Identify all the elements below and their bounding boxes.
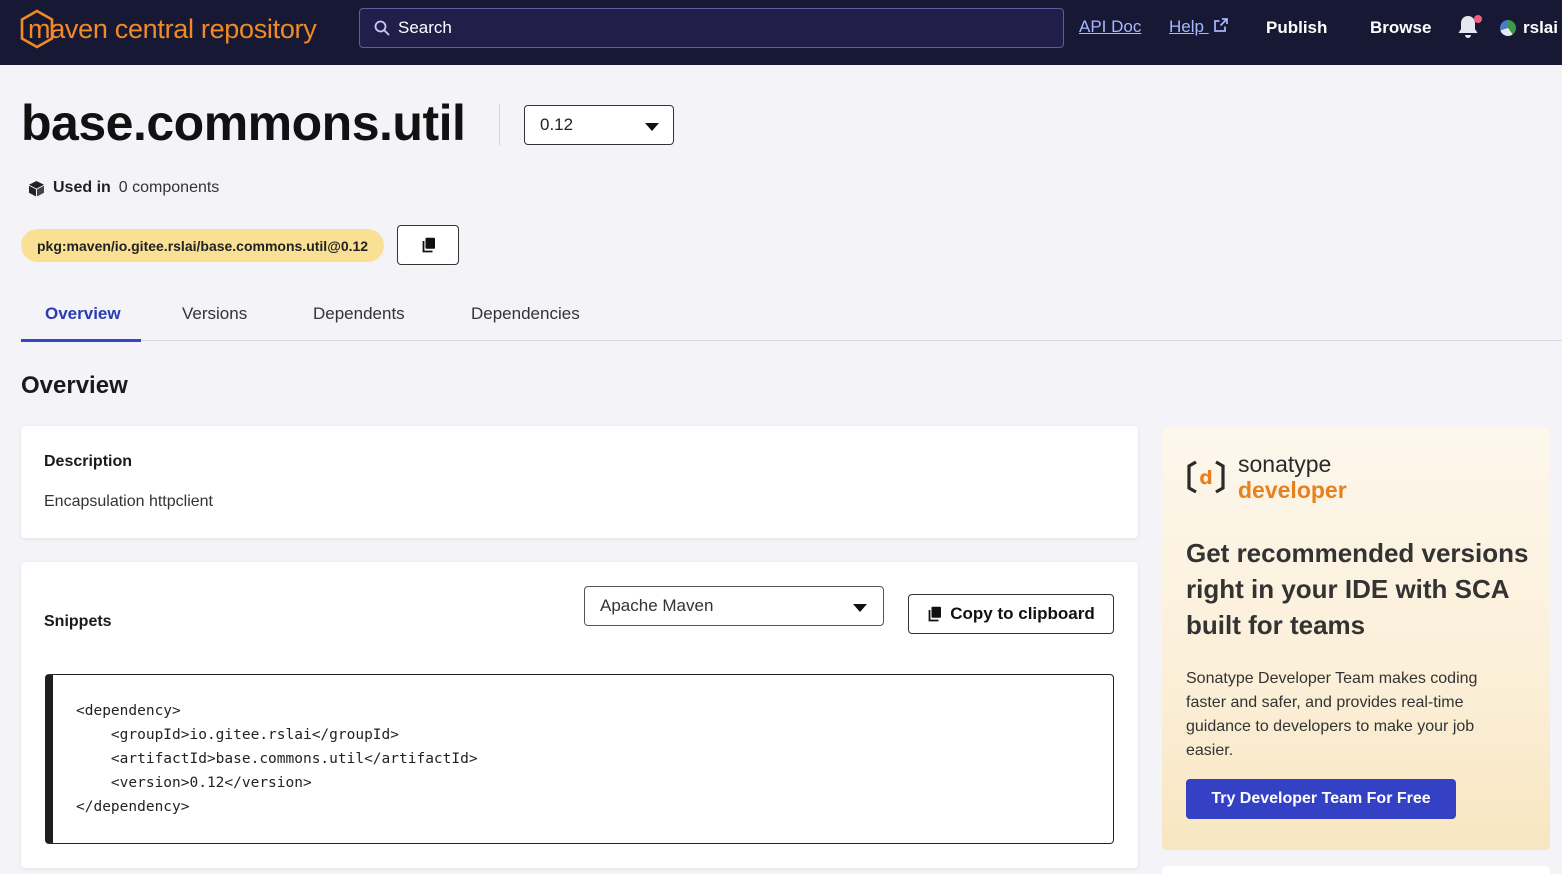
search-placeholder: Search [398, 18, 452, 37]
description-text: Encapsulation httpclient [44, 493, 213, 510]
used-in-row: Used in 0 components [28, 179, 219, 197]
svg-text:d: d [1199, 467, 1213, 489]
tab-overview[interactable]: Overview [45, 304, 121, 324]
user-menu-name[interactable]: rslai [1523, 18, 1558, 38]
brand-line-2: developer [1238, 477, 1347, 503]
code-snippet[interactable]: <dependency> <groupId>io.gitee.rslai</gr… [45, 674, 1114, 844]
copy-purl-button[interactable] [397, 225, 459, 265]
description-card: Description Encapsulation httpclient [21, 426, 1138, 538]
tab-dependencies[interactable]: Dependencies [471, 304, 580, 324]
version-select-value: 0.12 [540, 115, 574, 134]
sonatype-developer-logo: d sonatype developer [1186, 451, 1347, 503]
version-select[interactable]: 0.12 [524, 105, 674, 145]
code-line: <dependency> [76, 703, 181, 719]
cube-icon [29, 180, 44, 196]
sonatype-developer-icon: d [1187, 460, 1225, 494]
promo-body: Sonatype Developer Team makes coding fas… [1186, 670, 1478, 759]
purl-badge: pkg:maven/io.gitee.rslai/base.commons.ut… [21, 229, 385, 262]
section-title: Overview [21, 372, 128, 399]
help-link-label: Help [1169, 17, 1204, 36]
code-line: <artifactId>base.commons.util</artifactI… [76, 751, 478, 767]
copy-icon [928, 606, 942, 622]
top-navigation-bar: maven central repository Search API Doc … [0, 0, 1562, 65]
sonatype-developer-promo: d sonatype developer Get recommended ver… [1162, 427, 1550, 850]
external-link-icon [1213, 18, 1228, 32]
try-developer-team-button[interactable]: Try Developer Team For Free [1186, 779, 1456, 819]
search-icon [374, 20, 390, 36]
snippets-card: Snippets Apache Maven Copy to clipboard … [21, 562, 1138, 868]
browse-button[interactable]: Browse [1370, 18, 1431, 38]
title-divider [499, 104, 500, 146]
tab-dependents[interactable]: Dependents [313, 304, 405, 324]
avatar[interactable] [1500, 20, 1516, 36]
maven-central-logo[interactable]: maven central repository [20, 6, 317, 52]
used-in-value: 0 components [118, 179, 220, 196]
chevron-down-icon [645, 123, 659, 131]
copy-to-clipboard-button[interactable]: Copy to clipboard [908, 594, 1114, 634]
code-line: <groupId>io.gitee.rslai</groupId> [76, 727, 400, 743]
build-tool-select[interactable]: Apache Maven [584, 586, 884, 626]
copy-to-clipboard-label: Copy to clipboard [950, 604, 1095, 623]
build-tool-select-value: Apache Maven [600, 596, 714, 615]
code-line: </dependency> [76, 799, 190, 815]
chevron-down-icon [853, 604, 867, 612]
brand-line-1: sonatype [1238, 451, 1332, 477]
next-card-edge [1162, 866, 1550, 874]
tab-versions[interactable]: Versions [182, 304, 247, 324]
search-input[interactable]: Search [359, 8, 1064, 48]
promo-headline: Get recommended versions right in your I… [1186, 538, 1529, 640]
used-in-label: Used in [53, 179, 111, 196]
active-tab-indicator [21, 339, 141, 342]
copy-icon [422, 237, 435, 253]
logo-text: maven central repository [28, 13, 317, 44]
description-heading: Description [44, 453, 133, 470]
snippets-heading: Snippets [44, 613, 112, 630]
help-link[interactable]: Help [1169, 17, 1228, 37]
notification-dot [1474, 15, 1482, 23]
code-line: <version>0.12</version> [76, 775, 312, 791]
tabs-divider [21, 340, 1562, 341]
api-doc-link[interactable]: API Doc [1079, 17, 1141, 37]
page-title: base.commons.util [21, 95, 466, 151]
publish-button[interactable]: Publish [1266, 18, 1327, 38]
